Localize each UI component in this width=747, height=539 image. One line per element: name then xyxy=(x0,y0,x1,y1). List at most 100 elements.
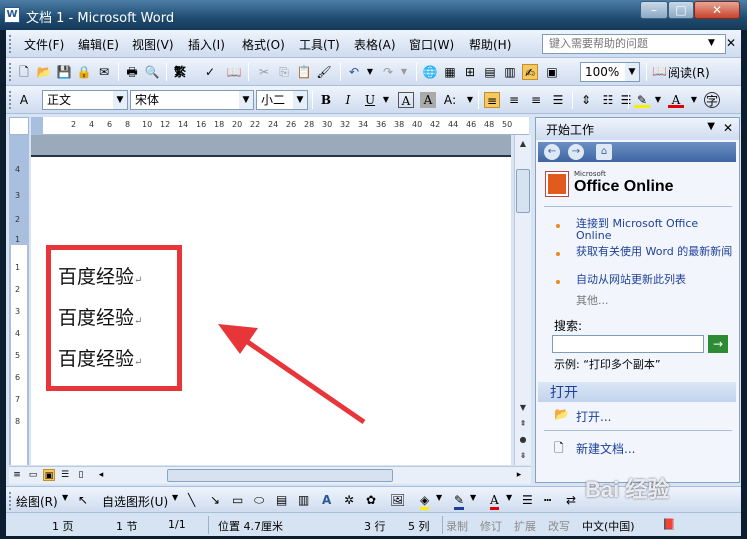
redo-icon[interactable]: ↷ xyxy=(380,64,396,80)
spelling-status-icon[interactable]: 📕 xyxy=(662,518,676,531)
draw-menu-button[interactable]: 绘图(R) xyxy=(16,493,58,510)
scroll-up-icon[interactable]: ▲ xyxy=(517,139,529,148)
email-icon[interactable]: ✉ xyxy=(96,64,112,80)
tab-selector[interactable] xyxy=(9,117,29,135)
link-auto-update[interactable]: 自动从网站更新此列表 xyxy=(576,274,736,286)
scroll-right-icon[interactable]: ▸ xyxy=(513,469,525,481)
textbox-icon[interactable]: ▤ xyxy=(276,493,287,507)
office-online-logo[interactable]: Microsoft Office Online xyxy=(546,168,706,202)
save-icon[interactable]: 💾 xyxy=(56,64,72,80)
horizontal-scrollbar[interactable]: ≡ ▭ ▣ ☰ ▯ ◂ ▸ xyxy=(9,466,531,484)
scroll-left-icon[interactable]: ◂ xyxy=(95,469,107,481)
grip-handle[interactable] xyxy=(9,91,12,109)
spelling-icon[interactable]: ✓ xyxy=(202,64,218,80)
font-color-dropdown-icon[interactable]: ▼ xyxy=(686,92,702,108)
picture-icon[interactable]: 🖼 xyxy=(390,493,405,507)
link-connect-office-online[interactable]: 连接到 Microsoft Office Online xyxy=(576,218,736,242)
draw-font-color-icon[interactable]: A xyxy=(490,493,499,510)
scroll-thumb[interactable] xyxy=(516,169,530,213)
print-preview-icon[interactable]: 🔍 xyxy=(144,64,160,80)
status-extend[interactable]: 扩展 xyxy=(514,518,536,534)
chevron-down-icon[interactable]: ▼ xyxy=(436,493,442,502)
read-button[interactable]: 阅读(R) xyxy=(668,64,710,81)
clipart-icon[interactable]: ✿ xyxy=(366,493,376,507)
menu-table[interactable]: 表格(A) xyxy=(354,36,396,53)
font-size-select[interactable]: 小二 ▼ xyxy=(256,90,308,110)
maximize-button[interactable]: □ xyxy=(668,1,694,19)
menu-view[interactable]: 视图(V) xyxy=(132,36,174,53)
menubar-close-icon[interactable]: ✕ xyxy=(726,36,736,50)
forward-icon[interactable]: → xyxy=(568,144,584,160)
scroll-down-icon[interactable]: ▼ xyxy=(517,403,529,412)
grip-handle[interactable] xyxy=(9,492,12,510)
status-record[interactable]: 录制 xyxy=(446,518,468,534)
document-line[interactable]: 百度经验↵ xyxy=(58,262,142,289)
line-color-icon[interactable]: ✎ xyxy=(454,493,465,510)
document-line[interactable]: 百度经验↵ xyxy=(58,303,142,330)
drawing-toggle-icon[interactable]: ✍ xyxy=(522,64,538,80)
enclose-char-icon[interactable]: 字 xyxy=(704,92,720,108)
distributed-icon[interactable]: ☰ xyxy=(550,92,566,108)
rectangle-icon[interactable]: ▭ xyxy=(232,493,243,507)
minimize-button[interactable]: – xyxy=(640,1,668,19)
arrow-icon[interactable]: ↘ xyxy=(210,493,220,507)
normal-view-icon[interactable]: ≡ xyxy=(11,469,23,481)
align-right-icon[interactable]: ≡ xyxy=(528,92,544,108)
chevron-down-icon[interactable]: ▼ xyxy=(172,493,178,502)
prev-page-icon[interactable]: ⇞ xyxy=(517,419,529,428)
new-document-link[interactable]: 新建文档... xyxy=(576,440,635,457)
zoom-select[interactable]: 100% ▼ xyxy=(580,62,640,82)
vertical-textbox-icon[interactable]: ▥ xyxy=(298,493,309,507)
columns-icon[interactable]: ▥ xyxy=(502,64,518,80)
menu-tools[interactable]: 工具(T) xyxy=(299,36,340,53)
oval-icon[interactable]: ⬭ xyxy=(254,493,264,508)
help-search-input[interactable]: 键入需要帮助的问题 xyxy=(542,34,726,54)
align-center-icon[interactable]: ≡ xyxy=(506,92,522,108)
status-overtype[interactable]: 改写 xyxy=(548,518,570,534)
permission-icon[interactable]: 🔒 xyxy=(76,64,92,80)
vertical-scrollbar[interactable]: ▲ ▼ ⇞ ● ⇟ xyxy=(514,135,531,465)
line-style-icon[interactable]: ☰ xyxy=(522,493,533,507)
fill-color-icon[interactable]: ◈ xyxy=(420,493,430,510)
home-icon[interactable]: ⌂ xyxy=(596,144,612,160)
dash-style-icon[interactable]: ┅ xyxy=(544,493,551,507)
help-dropdown-icon[interactable]: ▼ xyxy=(708,38,715,48)
char-shading-icon[interactable]: A xyxy=(420,92,436,108)
undo-dropdown-icon[interactable]: ▼ xyxy=(362,64,378,80)
horizontal-ruler[interactable]: 2 4 6 8 10 12 14 16 18 20 22 24 26 28 30… xyxy=(31,117,529,135)
reading-view-icon[interactable]: ▯ xyxy=(75,469,87,481)
highlight-icon[interactable]: ✎ xyxy=(634,92,650,108)
bold-icon[interactable]: B xyxy=(318,92,334,108)
bullets-icon[interactable]: ☰ xyxy=(618,92,634,108)
char-scale-icon[interactable]: A꞉ xyxy=(442,92,458,108)
document-line[interactable]: 百度经验↵ xyxy=(58,344,142,371)
highlight-dropdown-icon[interactable]: ▼ xyxy=(650,92,666,108)
format-painter-icon[interactable]: 🖌 xyxy=(316,64,332,80)
new-document-icon[interactable]: 🗋 xyxy=(16,64,32,80)
print-view-icon[interactable]: ▣ xyxy=(43,469,55,481)
undo-icon[interactable]: ↶ xyxy=(346,64,362,80)
line-icon[interactable]: ╲ xyxy=(188,493,195,507)
status-track-changes[interactable]: 修订 xyxy=(480,518,502,534)
more-link[interactable]: 其他... xyxy=(576,292,609,308)
research-icon[interactable]: 📖 xyxy=(226,64,242,80)
close-icon[interactable]: ✕ xyxy=(723,121,733,135)
wordart-icon[interactable]: A xyxy=(322,493,331,507)
arrow-style-icon[interactable]: ⇄ xyxy=(566,493,576,507)
underline-dropdown-icon[interactable]: ▼ xyxy=(378,92,394,108)
traditional-chinese-icon[interactable]: 繁 xyxy=(172,64,188,80)
word-app-icon[interactable]: W xyxy=(4,7,20,23)
redo-dropdown-icon[interactable]: ▼ xyxy=(396,64,412,80)
grip-handle[interactable] xyxy=(9,35,12,53)
vertical-ruler[interactable]: 4 3 2 1 1 2 3 4 5 6 7 8 xyxy=(9,135,29,465)
font-select[interactable]: 宋体 ▼ xyxy=(130,90,254,110)
back-icon[interactable]: ← xyxy=(544,144,560,160)
insert-excel-icon[interactable]: ▤ xyxy=(482,64,498,80)
outline-view-icon[interactable]: ☰ xyxy=(59,469,71,481)
open-icon[interactable]: 📂 xyxy=(36,64,52,80)
link-latest-news[interactable]: 获取有关使用 Word 的最新新闻 xyxy=(576,246,736,258)
align-justify-icon[interactable]: ≡ xyxy=(484,92,500,108)
grip-handle[interactable] xyxy=(9,63,12,81)
chevron-down-icon[interactable]: ▼ xyxy=(506,493,512,502)
italic-icon[interactable]: I xyxy=(340,92,356,108)
